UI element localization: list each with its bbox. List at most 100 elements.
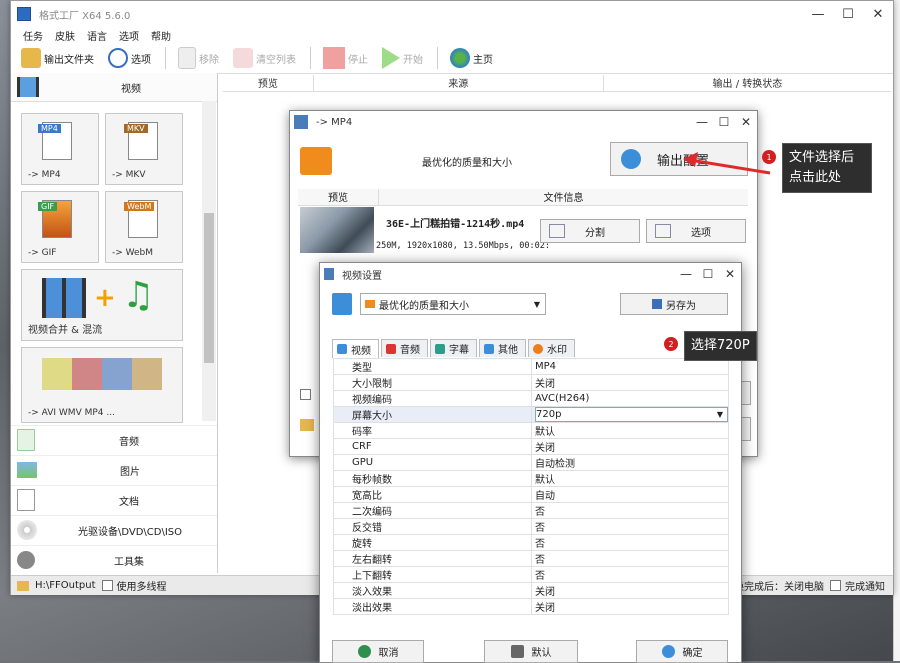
menu-options[interactable]: 选项	[119, 28, 139, 43]
clear-list-icon	[233, 48, 253, 68]
start-button[interactable]: 开始	[382, 47, 423, 69]
category-document[interactable]: 文档	[11, 485, 217, 514]
output-path[interactable]: H:\FFOutput	[35, 580, 96, 591]
file-col-preview: 预览	[298, 189, 379, 205]
multithread-checkbox[interactable]	[101, 580, 113, 591]
convert-dialog-title: -> MP4	[316, 116, 353, 128]
mp4-badge: MP4	[38, 124, 61, 133]
prop-row-type[interactable]: 类型 MP4	[333, 358, 729, 375]
app-icon	[17, 7, 31, 21]
tab-other[interactable]: 其他	[479, 339, 526, 357]
notify-label: 完成通知	[845, 582, 885, 593]
stop-button[interactable]: 停止	[323, 47, 368, 69]
save-as-button[interactable]: 另存为	[620, 293, 728, 315]
prop-row-flip-h[interactable]: 左右翻转否	[333, 550, 729, 567]
prop-row-video-codec[interactable]: 视频编码 AVC(H264)	[333, 390, 729, 407]
tile-multi-format[interactable]: -> AVI WMV MP4 ...	[21, 347, 183, 423]
video-category-header[interactable]: 视频	[11, 73, 217, 102]
preset-dropdown[interactable]: 最优化的质量和大小 ▼	[360, 293, 546, 315]
preset-small-icon	[365, 300, 375, 308]
prop-row-bitrate[interactable]: 码率 默认	[333, 422, 729, 439]
menu-skin[interactable]: 皮肤	[55, 28, 75, 43]
tab-watermark[interactable]: 水印	[528, 339, 575, 357]
split-button[interactable]: 分割	[540, 219, 640, 243]
film-strip-icon	[42, 278, 86, 318]
tab-audio[interactable]: 音频	[381, 339, 428, 357]
options-button[interactable]: 选项	[108, 48, 151, 68]
prop-row-size-limit[interactable]: 大小限制 关闭	[333, 374, 729, 391]
home-button[interactable]: 主页	[450, 48, 493, 68]
tile-gif[interactable]: GIF -> GIF	[21, 191, 99, 263]
prop-row-gpu[interactable]: GPU 自动检测	[333, 454, 729, 471]
prop-row-rotate[interactable]: 旋转否	[333, 534, 729, 551]
prop-row-fps[interactable]: 每秒帧数 默认	[333, 470, 729, 487]
film-icon	[17, 77, 39, 97]
chevron-down-icon: ▼	[533, 299, 540, 309]
tools-icon	[17, 551, 35, 569]
options-icon	[108, 48, 128, 68]
remove-button[interactable]: 移除	[178, 47, 219, 69]
category-tools[interactable]: 工具集	[11, 545, 217, 574]
col-output-status[interactable]: 输出 / 转换状态	[604, 75, 891, 91]
prop-row-crf[interactable]: CRF 关闭	[333, 438, 729, 455]
prop-row-flip-v[interactable]: 上下翻转否	[333, 566, 729, 583]
output-folder-button[interactable]: 输出文件夹	[21, 48, 94, 68]
prop-row-deinterlace[interactable]: 反交错否	[333, 518, 729, 535]
maximize-button[interactable]: ☐	[713, 115, 735, 129]
prop-row-aspect[interactable]: 宽高比 自动	[333, 486, 729, 503]
menu-language[interactable]: 语言	[87, 28, 107, 43]
video-tab-icon	[337, 344, 347, 354]
dialog-bottom-folder[interactable]	[300, 419, 314, 431]
tile-merge-mux[interactable]: + ♫ 视频合并 & 混流	[21, 269, 183, 341]
toolbar-separator	[310, 47, 311, 69]
video-settings-title: 视频设置	[342, 270, 382, 282]
dialog-bottom-checkbox[interactable]	[300, 389, 311, 400]
prop-row-fade-in[interactable]: 淡入效果 关闭	[333, 582, 729, 599]
category-disc[interactable]: 光驱设备\DVD\CD\ISO	[11, 515, 217, 544]
toolbar-separator	[437, 47, 438, 69]
window-title: 格式工厂 X64 5.6.0	[39, 10, 131, 22]
clear-list-button[interactable]: 清空列表	[233, 48, 296, 68]
close-button[interactable]: ✕	[735, 115, 757, 129]
menu-help[interactable]: 帮助	[151, 28, 171, 43]
close-button[interactable]: ✕	[863, 2, 893, 26]
maximize-button[interactable]: ☐	[697, 267, 719, 281]
gif-badge: GIF	[38, 202, 58, 211]
callout-screen-size: 选择720P	[684, 331, 757, 361]
music-note-icon: ♫	[122, 275, 155, 316]
menu-task[interactable]: 任务	[23, 28, 43, 43]
file-options-button[interactable]: 选项	[646, 219, 746, 243]
tab-subtitle[interactable]: 字幕	[430, 339, 477, 357]
cancel-button[interactable]: 取消	[332, 640, 424, 663]
tile-mkv[interactable]: MKV -> MKV	[105, 113, 183, 185]
screen-size-dropdown[interactable]: 720p ▼	[535, 407, 728, 422]
output-config-button[interactable]: 输出配置	[610, 142, 748, 176]
scrollbar-thumb[interactable]	[204, 213, 214, 363]
category-audio[interactable]: 音频	[11, 425, 217, 454]
prop-row-screen-size[interactable]: 屏幕大小 720p ▼	[333, 406, 729, 423]
notify-checkbox[interactable]	[830, 580, 841, 591]
tile-webm[interactable]: WebM -> WebM	[105, 191, 183, 263]
col-source[interactable]: 来源	[314, 75, 604, 91]
prop-row-two-pass[interactable]: 二次编码否	[333, 502, 729, 519]
minimize-button[interactable]: —	[691, 115, 713, 129]
mp4-icon	[294, 115, 308, 129]
file-info: 250M, 1920x1080, 13.50Mbps, 00:02:	[376, 241, 550, 251]
maximize-button[interactable]: ☐	[833, 2, 863, 26]
audio-tab-icon	[386, 343, 396, 354]
ok-button[interactable]: 确定	[636, 640, 728, 663]
check-icon	[661, 645, 675, 658]
category-image[interactable]: 图片	[11, 455, 217, 484]
tile-mp4[interactable]: MP4 -> MP4	[21, 113, 99, 185]
close-button[interactable]: ✕	[719, 267, 741, 281]
col-preview[interactable]: 预览	[223, 75, 314, 91]
minimize-button[interactable]: —	[803, 2, 833, 26]
minimize-button[interactable]: —	[675, 267, 697, 281]
stop-icon	[323, 47, 345, 69]
prop-row-fade-out[interactable]: 淡出效果 关闭	[333, 598, 729, 615]
default-button[interactable]: 默认	[484, 640, 578, 663]
video-settings-titlebar: 视频设置 — ☐ ✕	[320, 263, 741, 285]
document-icon	[17, 489, 35, 511]
tab-video[interactable]: 视频	[332, 339, 379, 358]
preset-value: 最优化的质量和大小	[379, 300, 469, 312]
